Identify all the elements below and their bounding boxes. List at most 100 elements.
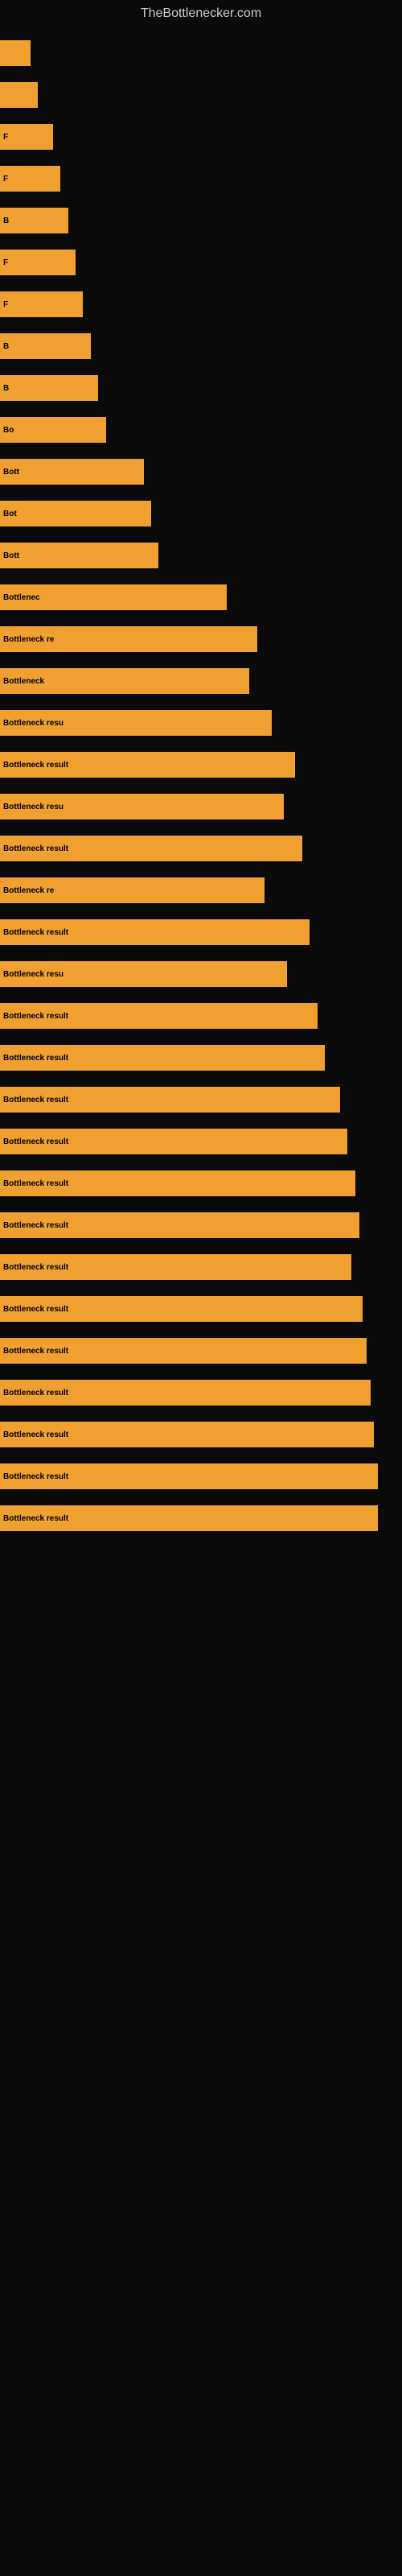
- bar-fill: Bottleneck resu: [0, 794, 284, 819]
- site-title: TheBottlenecker.com: [0, 0, 402, 24]
- bar-fill: Bo: [0, 417, 106, 443]
- bar-fill-label: Bottleneck result: [3, 1263, 68, 1272]
- bar-row: Bottleneck resu: [0, 786, 402, 828]
- bar-fill: Bottleneck result: [0, 1212, 359, 1238]
- bar-fill: Bottleneck result: [0, 1129, 347, 1154]
- bar-fill-label: Bott: [3, 468, 19, 477]
- bar-fill-label: Bottleneck resu: [3, 719, 64, 728]
- bar-fill-label: Bottleneck result: [3, 1430, 68, 1439]
- bar-fill: Bottleneck result: [0, 1254, 351, 1280]
- bar-row: [0, 32, 402, 74]
- bar-fill: [0, 40, 31, 66]
- bar-fill-label: Bottleneck result: [3, 1096, 68, 1104]
- bar-fill-label: F: [3, 175, 8, 184]
- bar-row: Bottleneck result: [0, 1121, 402, 1162]
- bar-fill: Bottleneck result: [0, 1045, 325, 1071]
- bar-row: Bottleneck result: [0, 1372, 402, 1414]
- bar-row: Bottleneck resu: [0, 702, 402, 744]
- bar-fill: Bottleneck result: [0, 1296, 363, 1322]
- bar-row: Bottleneck result: [0, 1162, 402, 1204]
- bar-fill: Bottleneck: [0, 668, 249, 694]
- bar-fill-label: Bottleneck result: [3, 761, 68, 770]
- bar-fill: F: [0, 166, 60, 192]
- bar-fill-label: Bottleneck resu: [3, 803, 64, 811]
- bar-fill-label: Bottleneck result: [3, 1137, 68, 1146]
- bar-row: Bottleneck result: [0, 911, 402, 953]
- bar-row: Bottleneck result: [0, 995, 402, 1037]
- bar-row: [0, 74, 402, 116]
- bar-fill-label: Bottleneck result: [3, 1514, 68, 1523]
- bar-fill-label: B: [3, 342, 9, 351]
- bar-fill: Bottleneck result: [0, 1380, 371, 1406]
- bar-fill-label: Bottleneck result: [3, 1221, 68, 1230]
- bar-fill: Bottleneck result: [0, 1505, 378, 1531]
- bar-row: Bot: [0, 493, 402, 535]
- bars-container: F F B F F B B Bo Bott Bot Bott Bottlenec Bottleneck …: [0, 24, 402, 1539]
- bar-fill-label: Bottleneck result: [3, 1347, 68, 1356]
- site-title-container: TheBottlenecker.com: [0, 0, 402, 24]
- bar-row: Bottleneck result: [0, 828, 402, 869]
- bar-fill-label: Bottleneck re: [3, 635, 54, 644]
- bar-fill: Bott: [0, 459, 144, 485]
- bar-fill-label: Bottleneck: [3, 677, 44, 686]
- bar-fill-label: Bott: [3, 551, 19, 560]
- bar-fill: B: [0, 333, 91, 359]
- bar-fill: Bottleneck result: [0, 919, 310, 945]
- bar-fill: B: [0, 208, 68, 233]
- bar-fill-label: Bottleneck resu: [3, 970, 64, 979]
- bar-fill: F: [0, 291, 83, 317]
- bar-row: Bo: [0, 409, 402, 451]
- bar-fill-label: F: [3, 133, 8, 142]
- bar-fill: Bottleneck result: [0, 836, 302, 861]
- bar-fill: Bottleneck result: [0, 1003, 318, 1029]
- bar-fill-label: Bottleneck result: [3, 1179, 68, 1188]
- bar-fill-label: Bottleneck result: [3, 1012, 68, 1021]
- bar-fill: Bottlenec: [0, 584, 227, 610]
- bar-row: B: [0, 200, 402, 242]
- bar-row: Bottleneck result: [0, 1204, 402, 1246]
- bar-fill-label: Bot: [3, 510, 17, 518]
- bar-fill: Bottleneck re: [0, 626, 257, 652]
- bar-fill: Bottleneck re: [0, 877, 265, 903]
- bar-fill: B: [0, 375, 98, 401]
- bar-fill-label: Bo: [3, 426, 14, 435]
- bar-fill-label: Bottleneck result: [3, 844, 68, 853]
- bar-row: F: [0, 283, 402, 325]
- bar-row: Bottleneck result: [0, 1079, 402, 1121]
- bar-row: Bottlenec: [0, 576, 402, 618]
- bar-fill-label: Bottleneck result: [3, 1305, 68, 1314]
- bar-fill: Bottleneck result: [0, 1170, 355, 1196]
- bar-fill-label: B: [3, 217, 9, 225]
- bar-fill: Bott: [0, 543, 158, 568]
- bar-fill-label: F: [3, 300, 8, 309]
- bar-fill: [0, 82, 38, 108]
- bar-fill-label: Bottleneck result: [3, 1389, 68, 1397]
- bar-row: F: [0, 158, 402, 200]
- bar-row: Bottleneck re: [0, 869, 402, 911]
- bar-fill: F: [0, 124, 53, 150]
- bar-fill-label: B: [3, 384, 9, 393]
- bar-row: B: [0, 325, 402, 367]
- bar-row: Bott: [0, 535, 402, 576]
- bar-row: Bottleneck result: [0, 1455, 402, 1497]
- bar-fill: Bottleneck result: [0, 1338, 367, 1364]
- bar-row: Bottleneck result: [0, 1330, 402, 1372]
- bar-fill-label: Bottleneck result: [3, 928, 68, 937]
- bar-fill-label: Bottlenec: [3, 593, 40, 602]
- bar-fill-label: Bottleneck result: [3, 1054, 68, 1063]
- bar-row: Bottleneck result: [0, 1288, 402, 1330]
- bar-row: Bottleneck: [0, 660, 402, 702]
- bar-fill: Bottleneck resu: [0, 961, 287, 987]
- bar-row: Bottleneck result: [0, 1414, 402, 1455]
- bar-fill: Bottleneck result: [0, 1087, 340, 1113]
- bar-fill: Bottleneck result: [0, 1422, 374, 1447]
- bar-fill-label: Bottleneck result: [3, 1472, 68, 1481]
- bar-row: F: [0, 116, 402, 158]
- bar-row: B: [0, 367, 402, 409]
- bar-row: Bottleneck result: [0, 744, 402, 786]
- bar-row: Bottleneck result: [0, 1246, 402, 1288]
- bar-fill: F: [0, 250, 76, 275]
- bar-fill-label: F: [3, 258, 8, 267]
- bar-row: Bottleneck result: [0, 1037, 402, 1079]
- bar-fill-label: Bottleneck re: [3, 886, 54, 895]
